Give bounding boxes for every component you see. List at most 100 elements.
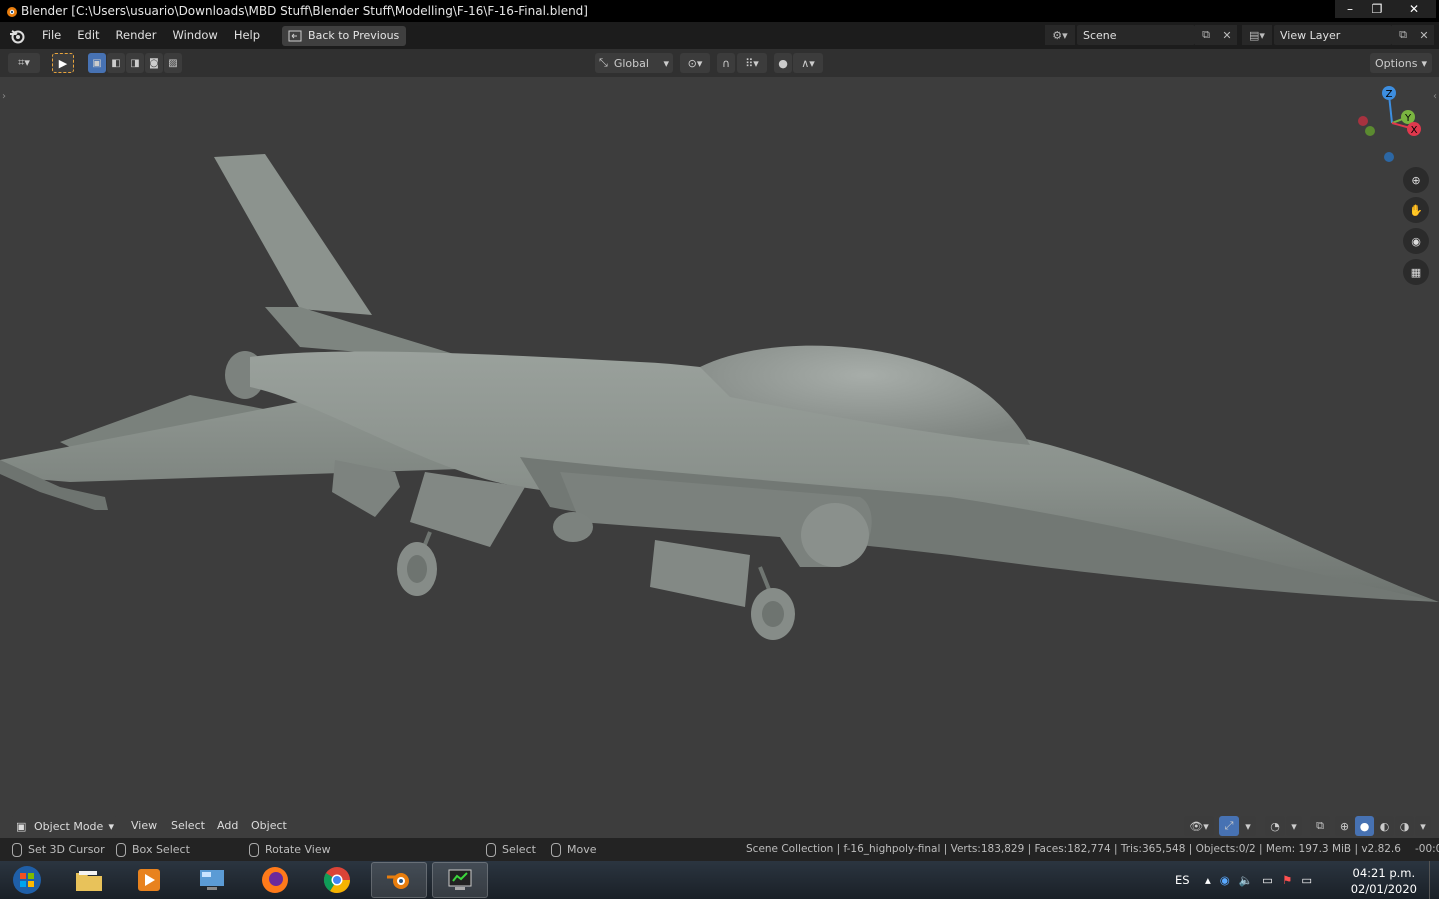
display-icon[interactable]: ▭ bbox=[1301, 873, 1312, 887]
maximize-button[interactable]: ❐ bbox=[1362, 0, 1392, 18]
taskbar-chrome[interactable] bbox=[309, 862, 365, 898]
mode-subtract-button[interactable]: ◨ bbox=[126, 53, 144, 73]
menu-render[interactable]: Render bbox=[108, 22, 165, 49]
rendered-sphere-icon: ◑ bbox=[1399, 819, 1410, 833]
overlay-dropdown[interactable]: ▾ bbox=[1286, 816, 1302, 836]
options-dropdown[interactable]: Options ▾ bbox=[1370, 53, 1432, 73]
shading-material-button[interactable]: ◐ bbox=[1375, 816, 1394, 836]
windows-taskbar: ES ▴ ◉ 🔈 ▭ ⚑ ▭ 04:21 p.m. 02/01/2020 bbox=[0, 861, 1439, 899]
zoom-button[interactable]: ⊕ bbox=[1403, 167, 1429, 193]
toolbar-toggle-icon[interactable]: › bbox=[2, 91, 6, 102]
media-player-icon bbox=[138, 869, 160, 891]
mode-new-button[interactable]: ▣ bbox=[88, 53, 106, 73]
scene-type-dropdown[interactable]: ⚙▾ bbox=[1045, 25, 1075, 45]
3d-viewport[interactable]: › ‹ Z Y X ⊕ ✋ ◉ ▦ bbox=[0, 77, 1439, 838]
view-layer-name-field[interactable]: View Layer bbox=[1274, 25, 1392, 45]
visibility-dropdown[interactable]: 👁▾ bbox=[1184, 816, 1214, 836]
scene-icon: ⚙▾ bbox=[1052, 28, 1068, 42]
hint-box-select-label: Box Select bbox=[132, 843, 190, 856]
overlay-toggle[interactable]: ◔ bbox=[1265, 816, 1285, 836]
hint-rotate-view-label: Rotate View bbox=[265, 843, 331, 856]
shading-solid-button[interactable]: ● bbox=[1355, 816, 1374, 836]
snap-grid-icon: ⠿▾ bbox=[745, 56, 759, 70]
snap-toggle[interactable]: ∩ bbox=[717, 53, 735, 73]
network-error-icon[interactable]: ⚑ bbox=[1282, 873, 1292, 887]
taskbar-explorer[interactable] bbox=[61, 862, 117, 898]
transform-orientation-dropdown[interactable]: ⤡ Global ▾ bbox=[595, 53, 673, 73]
taskbar-firefox[interactable] bbox=[247, 862, 303, 898]
navigation-gizmo[interactable]: Z Y X bbox=[1352, 83, 1432, 167]
hand-icon: ✋ bbox=[1409, 203, 1423, 217]
back-to-previous-button[interactable]: Back to Previous bbox=[282, 25, 407, 46]
status-bar: Set 3D Cursor Box Select Rotate View Sel… bbox=[0, 838, 1439, 861]
mouse-left-icon bbox=[12, 842, 22, 857]
mode-intersect-button[interactable]: ▨ bbox=[164, 53, 182, 73]
mode-extend-button[interactable]: ◧ bbox=[107, 53, 125, 73]
footer-menu-add[interactable]: Add bbox=[217, 816, 238, 836]
blender-app-icon bbox=[7, 7, 17, 17]
snap-target-dropdown[interactable]: ⠿▾ bbox=[737, 53, 767, 73]
action-center-icon[interactable]: ▭ bbox=[1262, 873, 1273, 887]
sync-icon[interactable]: ◉ bbox=[1220, 873, 1230, 887]
editor-type-dropdown[interactable]: ⌗▾ bbox=[8, 53, 40, 73]
copy-icon: ⧉ bbox=[1202, 28, 1210, 41]
scene-name-value: Scene bbox=[1083, 28, 1117, 42]
menu-file[interactable]: File bbox=[34, 22, 69, 49]
sidebar-toggle-icon[interactable]: ‹ bbox=[1433, 91, 1437, 102]
new-view-layer-button[interactable]: ⧉ bbox=[1392, 25, 1414, 45]
volume-icon[interactable]: 🔈 bbox=[1239, 873, 1253, 887]
screen-back-icon bbox=[288, 30, 302, 41]
pivot-point-dropdown[interactable]: ⊙▾ bbox=[680, 53, 710, 73]
delete-scene-button[interactable]: ✕ bbox=[1217, 25, 1237, 45]
tray-expand-icon[interactable]: ▴ bbox=[1205, 873, 1211, 887]
shading-dropdown[interactable]: ▾ bbox=[1415, 816, 1431, 836]
wireframe-sphere-icon: ⊕ bbox=[1339, 819, 1350, 833]
show-desktop-button[interactable] bbox=[1429, 861, 1439, 899]
delete-view-layer-button[interactable]: ✕ bbox=[1414, 25, 1434, 45]
footer-menu-select[interactable]: Select bbox=[171, 816, 205, 836]
start-button[interactable] bbox=[2, 862, 52, 898]
taskbar-blender[interactable] bbox=[371, 862, 427, 898]
language-indicator[interactable]: ES bbox=[1175, 861, 1190, 899]
camera-view-button[interactable]: ◉ bbox=[1403, 228, 1429, 254]
zoom-icon: ⊕ bbox=[1411, 173, 1421, 187]
menu-window[interactable]: Window bbox=[164, 22, 225, 49]
copy-icon: ⧉ bbox=[1399, 28, 1407, 41]
gizmo-icon: ⤢ bbox=[1224, 819, 1234, 832]
eye-icon: 👁▾ bbox=[1189, 819, 1209, 833]
taskbar-media-player[interactable] bbox=[121, 862, 177, 898]
hint-set-3d-cursor-label: Set 3D Cursor bbox=[28, 843, 105, 856]
xray-toggle[interactable]: ⧉ bbox=[1310, 816, 1330, 836]
mode-invert-button[interactable]: ◙ bbox=[145, 53, 163, 73]
view-layer-name-value: View Layer bbox=[1280, 28, 1341, 42]
taskbar-screen-recorder[interactable] bbox=[432, 862, 488, 898]
minimize-button[interactable]: – bbox=[1335, 0, 1365, 18]
taskbar-control-panel[interactable] bbox=[184, 862, 240, 898]
view-layer-type-dropdown[interactable]: ▤▾ bbox=[1242, 25, 1272, 45]
taskbar-clock[interactable]: 04:21 p.m. 02/01/2020 bbox=[1351, 865, 1417, 897]
blender-logo-icon[interactable] bbox=[8, 27, 26, 45]
x-icon: ✕ bbox=[1419, 28, 1429, 42]
falloff-dropdown[interactable]: ∧▾ bbox=[793, 53, 823, 73]
select-tool-button[interactable]: ▶ bbox=[52, 53, 74, 73]
new-scene-button[interactable]: ⧉ bbox=[1195, 25, 1217, 45]
proportional-edit-toggle[interactable]: ● bbox=[774, 53, 792, 73]
perspective-toggle-button[interactable]: ▦ bbox=[1403, 259, 1429, 285]
gizmo-dropdown[interactable]: ▾ bbox=[1240, 816, 1256, 836]
shading-wireframe-button[interactable]: ⊕ bbox=[1335, 816, 1354, 836]
gizmo-toggle[interactable]: ⤢ bbox=[1219, 816, 1239, 836]
footer-menu-object[interactable]: Object bbox=[251, 816, 287, 836]
pan-button[interactable]: ✋ bbox=[1403, 197, 1429, 223]
scene-name-field[interactable]: Scene bbox=[1077, 25, 1195, 45]
camera-icon: ◉ bbox=[1411, 234, 1421, 248]
menu-help[interactable]: Help bbox=[226, 22, 268, 49]
axes-editor-icon: ⌗▾ bbox=[18, 56, 30, 69]
gizmo-z-label: Z bbox=[1386, 89, 1393, 100]
chevron-down-icon: ▾ bbox=[108, 819, 114, 833]
footer-menu-view[interactable]: View bbox=[131, 816, 157, 836]
shading-rendered-button[interactable]: ◑ bbox=[1395, 816, 1414, 836]
object-mode-dropdown[interactable]: ▣ Object Mode ▾ bbox=[10, 816, 118, 836]
menu-edit[interactable]: Edit bbox=[69, 22, 107, 49]
solid-sphere-icon: ● bbox=[1359, 819, 1370, 833]
close-button[interactable]: ✕ bbox=[1392, 0, 1436, 18]
